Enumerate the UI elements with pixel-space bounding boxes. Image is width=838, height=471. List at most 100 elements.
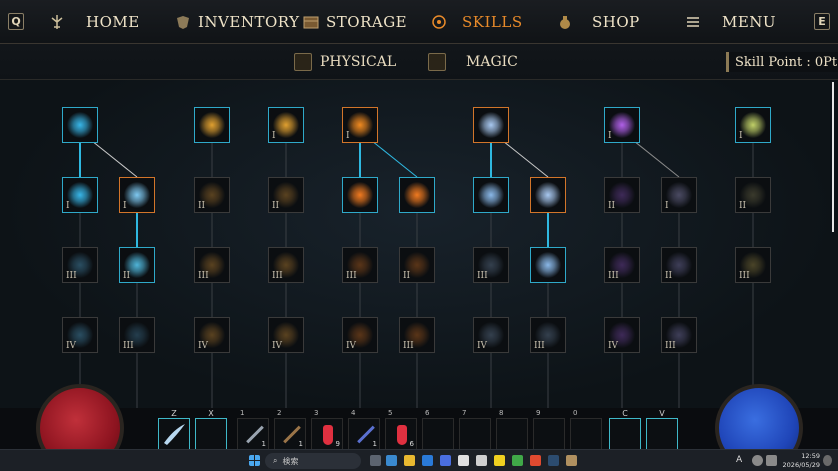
skill-node[interactable]: [342, 177, 378, 213]
tab-magic[interactable]: MAGIC: [428, 51, 518, 73]
skill-node[interactable]: [473, 177, 509, 213]
skill-node[interactable]: III: [473, 247, 509, 283]
skill-tier-label: III: [403, 341, 414, 351]
skill-node[interactable]: III: [342, 247, 378, 283]
nav-skills[interactable]: SKILLS: [430, 0, 523, 44]
skill-node[interactable]: I: [119, 177, 155, 213]
skill-slot-c[interactable]: C: [609, 409, 641, 450]
item-slot[interactable]: 39: [311, 409, 343, 450]
skill-node[interactable]: III: [399, 317, 435, 353]
top-nav-bar: Q HOME INVENTORY STORAGE SKILLS SHOP MEN…: [0, 0, 838, 44]
skill-node[interactable]: IV: [62, 317, 98, 353]
nav-home[interactable]: HOME: [48, 0, 140, 44]
skill-node[interactable]: III: [735, 247, 771, 283]
chrome-icon[interactable]: [530, 455, 541, 466]
item-slot[interactable]: 8: [496, 409, 528, 450]
task-view-icon[interactable]: [370, 455, 381, 466]
skill-node[interactable]: IV: [473, 317, 509, 353]
skill-node[interactable]: [530, 247, 566, 283]
notes-icon[interactable]: [494, 455, 505, 466]
mail-icon[interactable]: [422, 455, 433, 466]
game-icon[interactable]: [476, 455, 487, 466]
widgets-icon[interactable]: [386, 455, 397, 466]
item-slot[interactable]: 7: [459, 409, 491, 450]
skill-node[interactable]: II: [119, 247, 155, 283]
discord-icon[interactable]: [440, 455, 451, 466]
taskbar-search[interactable]: ⌕ 検索: [265, 453, 361, 469]
skill-node[interactable]: III: [268, 247, 304, 283]
next-tab-key[interactable]: E: [814, 13, 830, 30]
skill-node[interactable]: [399, 177, 435, 213]
skill-node[interactable]: I: [62, 177, 98, 213]
skill-category-bar: PHYSICAL MAGIC: [0, 44, 838, 80]
skill-node[interactable]: IV: [194, 317, 230, 353]
item-slot[interactable]: 41: [348, 409, 380, 450]
network-icon[interactable]: [752, 455, 763, 466]
nav-storage[interactable]: STORAGE: [302, 0, 407, 44]
skill-tier-label: II: [272, 201, 280, 211]
skill-node[interactable]: [194, 107, 230, 143]
skill-node[interactable]: I: [268, 107, 304, 143]
skill-slot-z[interactable]: Z: [158, 409, 190, 450]
item-slot[interactable]: 21: [274, 409, 306, 450]
tree-scrollbar[interactable]: [832, 82, 834, 232]
skill-node[interactable]: I: [661, 177, 697, 213]
slot-quantity: 1: [261, 440, 266, 448]
skill-icon: [740, 112, 766, 138]
skill-node[interactable]: II: [399, 247, 435, 283]
tab-physical[interactable]: PHYSICAL: [294, 51, 396, 73]
item-slot[interactable]: 9: [533, 409, 565, 450]
nav-inventory[interactable]: INVENTORY: [174, 0, 300, 44]
nav-shop[interactable]: SHOP: [556, 0, 640, 44]
skill-tree-connectors: [79, 140, 754, 410]
app-icon[interactable]: [458, 455, 469, 466]
skill-node[interactable]: [473, 107, 509, 143]
notification-icon[interactable]: [823, 455, 832, 466]
item-slot[interactable]: 11: [237, 409, 269, 450]
steam-icon[interactable]: [548, 455, 559, 466]
skill-node[interactable]: II: [661, 247, 697, 283]
nav-menu-label: MENU: [722, 13, 777, 31]
skill-slot-x[interactable]: X: [195, 409, 227, 450]
running-game-icon[interactable]: [566, 455, 577, 466]
item-slot[interactable]: 0: [570, 409, 602, 450]
skill-node[interactable]: [530, 177, 566, 213]
skill-node[interactable]: I: [735, 107, 771, 143]
red-potion-icon: [323, 425, 333, 445]
skill-node[interactable]: III: [62, 247, 98, 283]
volume-icon[interactable]: [766, 455, 777, 466]
skill-node[interactable]: III: [194, 247, 230, 283]
item-slot[interactable]: 56: [385, 409, 417, 450]
skill-tier-label: I: [665, 201, 669, 211]
windows-start-icon[interactable]: [249, 455, 260, 466]
tree-connector: [371, 140, 418, 178]
skill-node[interactable]: I: [342, 107, 378, 143]
skill-node[interactable]: IV: [604, 317, 640, 353]
ime-indicator[interactable]: A: [736, 455, 742, 465]
skill-node[interactable]: II: [735, 177, 771, 213]
skill-node[interactable]: III: [661, 317, 697, 353]
skill-node[interactable]: IV: [268, 317, 304, 353]
skill-slot-v[interactable]: V: [646, 409, 678, 450]
skill-node[interactable]: II: [194, 177, 230, 213]
nav-menu[interactable]: MENU: [684, 0, 776, 44]
skill-tier-label: IV: [346, 341, 357, 351]
skill-node[interactable]: II: [604, 177, 640, 213]
skill-node[interactable]: [62, 107, 98, 143]
skill-node[interactable]: III: [530, 317, 566, 353]
skill-node[interactable]: II: [268, 177, 304, 213]
skill-node[interactable]: III: [119, 317, 155, 353]
slot-number: 3: [314, 409, 319, 417]
file-explorer-icon[interactable]: [404, 455, 415, 466]
skill-node[interactable]: IV: [342, 317, 378, 353]
line-icon[interactable]: [512, 455, 523, 466]
skill-tier-label: IV: [608, 341, 619, 351]
taskbar-clock[interactable]: 12:59 2026/05/29: [783, 452, 820, 470]
skill-tier-label: I: [739, 131, 743, 141]
prev-tab-key[interactable]: Q: [8, 13, 24, 30]
skill-icon: [478, 112, 504, 138]
item-slot[interactable]: 6: [422, 409, 454, 450]
skill-node[interactable]: I: [604, 107, 640, 143]
skill-node[interactable]: III: [604, 247, 640, 283]
skill-icon: [67, 182, 93, 208]
